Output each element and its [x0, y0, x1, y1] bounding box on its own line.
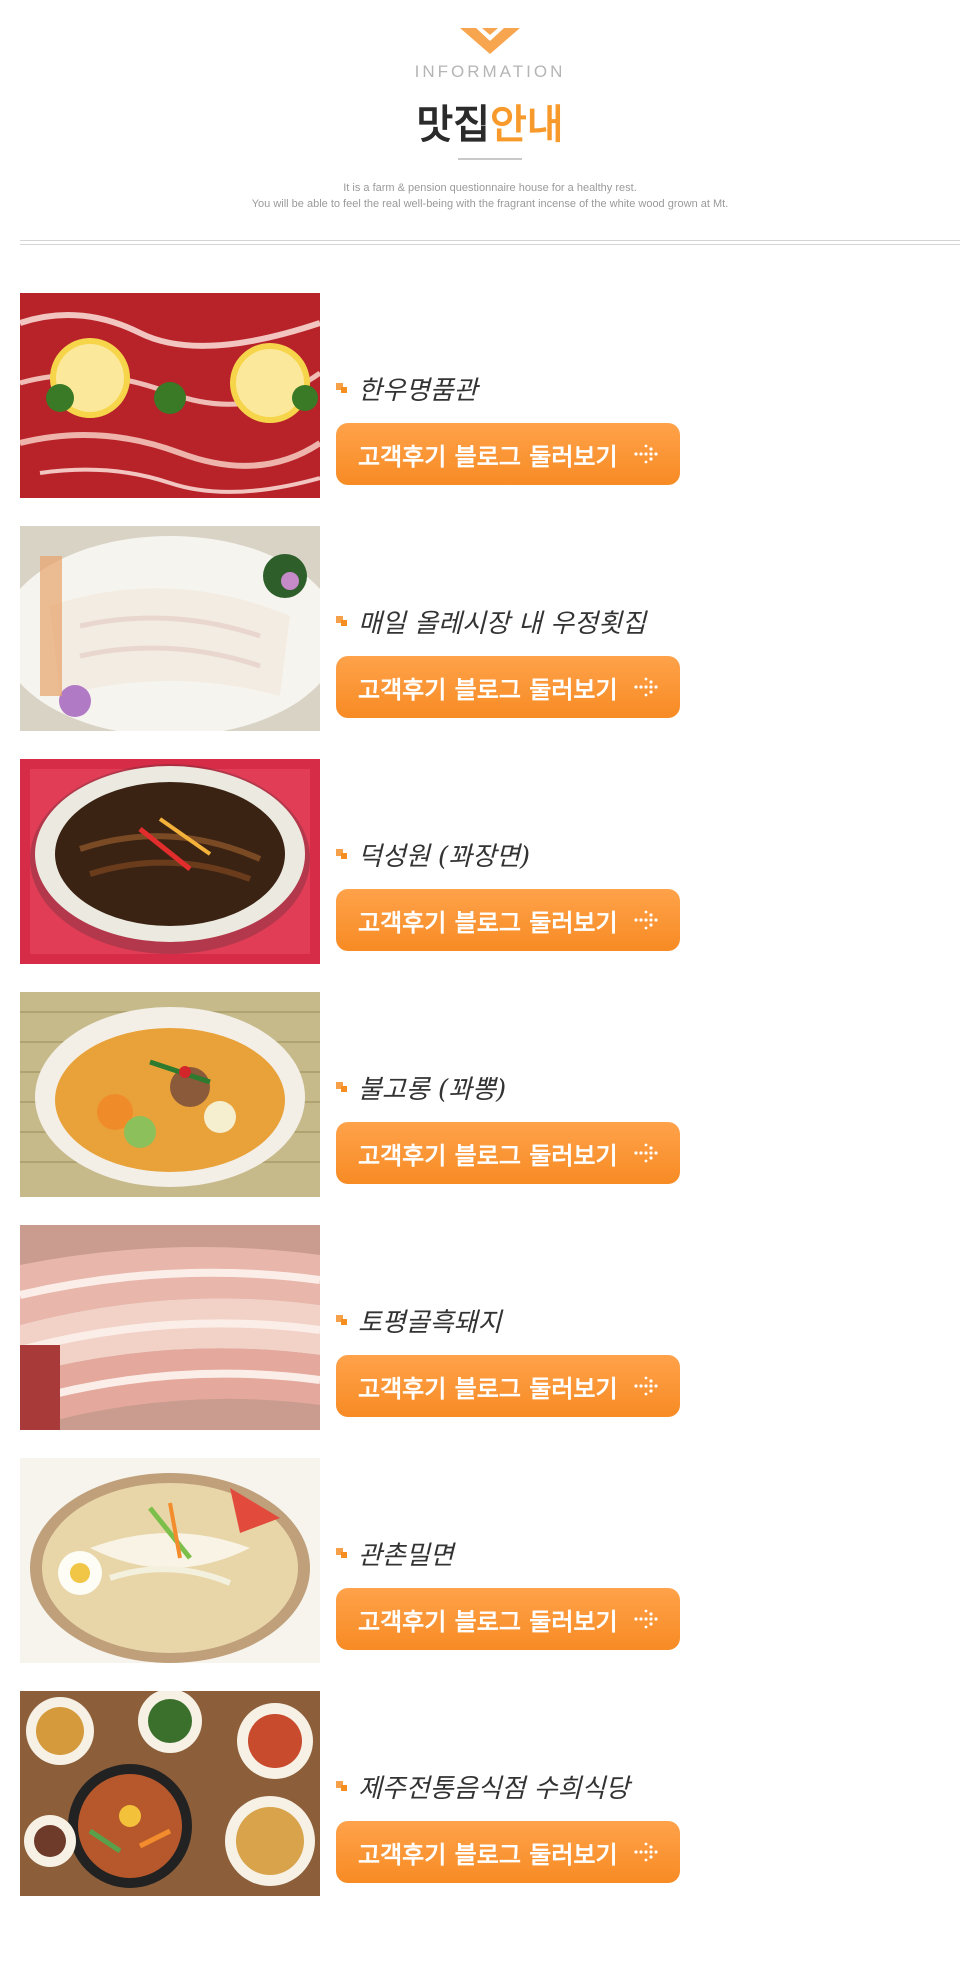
restaurant-item: 제주전통음식점 수희식당 고객후기 블로그 둘러보기 — [20, 1691, 960, 1896]
blog-review-button[interactable]: 고객후기 블로그 둘러보기 — [336, 1821, 680, 1883]
blog-review-button[interactable]: 고객후기 블로그 둘러보기 — [336, 1588, 680, 1650]
photo-marbled-beef — [20, 293, 320, 498]
restaurant-name: 불고롱 (꽈뽕) — [358, 1074, 507, 1105]
dotted-arrow-icon — [634, 677, 658, 697]
restaurant-name: 토평골흑돼지 — [358, 1307, 502, 1338]
photo-jjamppong — [20, 992, 320, 1197]
button-label: 고객후기 블로그 둘러보기 — [358, 442, 618, 471]
blog-review-button[interactable]: 고객후기 블로그 둘러보기 — [336, 1355, 680, 1417]
bullet-icon — [336, 382, 348, 394]
bullet-icon — [336, 1081, 348, 1093]
button-label: 고객후기 블로그 둘러보기 — [358, 1607, 618, 1636]
button-label: 고객후기 블로그 둘러보기 — [358, 1840, 618, 1869]
description-line-2: You will be able to feel the real well-b… — [251, 198, 729, 210]
title-main: 맛집 — [416, 102, 490, 148]
bullet-icon — [336, 615, 348, 627]
restaurant-name: 관촌밀면 — [358, 1540, 454, 1571]
photo-bibimbap-set — [20, 1691, 320, 1896]
bullet-icon — [336, 1780, 348, 1792]
restaurant-name: 한우명품관 — [358, 375, 478, 406]
dotted-arrow-icon — [634, 444, 658, 464]
restaurant-name: 덕성원 (꽈장면) — [358, 841, 531, 872]
photo-raw-fish — [20, 526, 320, 731]
dotted-arrow-icon — [634, 1376, 658, 1396]
section-kicker: INFORMATION — [414, 62, 566, 81]
button-label: 고객후기 블로그 둘러보기 — [358, 1141, 618, 1170]
restaurant-name-row: 관촌밀면 — [336, 1538, 454, 1571]
photo-cold-noodles — [20, 1458, 320, 1663]
dotted-arrow-icon — [634, 1842, 658, 1862]
blog-review-button[interactable]: 고객후기 블로그 둘러보기 — [336, 656, 680, 718]
restaurant-name-row: 불고롱 (꽈뽕) — [336, 1072, 506, 1105]
restaurant-name-row: 매일 올레시장 내 우정횟집 — [336, 606, 646, 639]
dotted-arrow-icon — [634, 1609, 658, 1629]
restaurant-name: 제주전통음식점 수희식당 — [358, 1773, 630, 1804]
description-line-1: It is a farm & pension questionnaire hou… — [343, 182, 637, 194]
restaurant-name-row: 한우명품관 — [336, 373, 478, 406]
bullet-icon — [336, 848, 348, 860]
bullet-icon — [336, 1314, 348, 1326]
blog-review-button[interactable]: 고객후기 블로그 둘러보기 — [336, 889, 680, 951]
restaurant-item: 관촌밀면 고객후기 블로그 둘러보기 — [20, 1458, 960, 1663]
title-underline — [458, 158, 522, 160]
restaurant-item: 한우명품관 고객후기 블로그 둘러보기 — [20, 293, 960, 498]
restaurant-name: 매일 올레시장 내 우정횟집 — [358, 608, 646, 639]
photo-jajangmyeon — [20, 759, 320, 964]
photo-black-pork — [20, 1225, 320, 1430]
page-title: 맛집안내 — [0, 92, 980, 150]
title-accent: 안내 — [490, 102, 564, 148]
dotted-arrow-icon — [634, 1143, 658, 1163]
page-header: INFORMATION 맛집안내 It is a farm & pension … — [0, 0, 980, 250]
button-label: 고객후기 블로그 둘러보기 — [358, 1374, 618, 1403]
blog-review-button[interactable]: 고객후기 블로그 둘러보기 — [336, 423, 680, 485]
restaurant-name-row: 덕성원 (꽈장면) — [336, 839, 530, 872]
dotted-arrow-icon — [634, 910, 658, 930]
restaurant-item: 불고롱 (꽈뽕) 고객후기 블로그 둘러보기 — [20, 992, 960, 1197]
bullet-icon — [336, 1547, 348, 1559]
button-label: 고객후기 블로그 둘러보기 — [358, 908, 618, 937]
blog-review-button[interactable]: 고객후기 블로그 둘러보기 — [336, 1122, 680, 1184]
restaurant-item: 매일 올레시장 내 우정횟집 고객후기 블로그 둘러보기 — [20, 526, 960, 731]
restaurant-item: 덕성원 (꽈장면) 고객후기 블로그 둘러보기 — [20, 759, 960, 964]
restaurant-item: 토평골흑돼지 고객후기 블로그 둘러보기 — [20, 1225, 960, 1430]
button-label: 고객후기 블로그 둘러보기 — [358, 675, 618, 704]
restaurant-name-row: 제주전통음식점 수희식당 — [336, 1771, 629, 1804]
header-divider — [20, 240, 960, 245]
restaurant-name-row: 토평골흑돼지 — [336, 1305, 502, 1338]
chevron-logo-icon — [460, 28, 520, 54]
